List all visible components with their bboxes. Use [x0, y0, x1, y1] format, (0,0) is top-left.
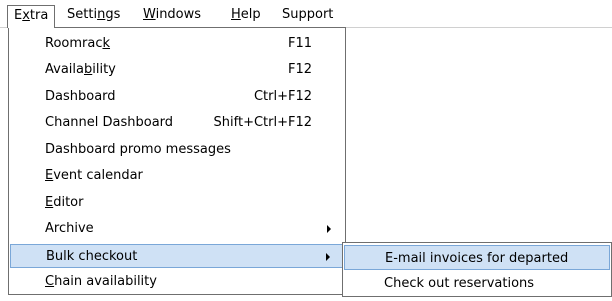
submenu-arrow-icon [327, 225, 331, 233]
menu-support[interactable]: Support [276, 5, 339, 27]
menu-item-label: Dashboard [45, 89, 116, 104]
menu-help[interactable]: Help [225, 5, 267, 27]
menu-item-label: Chain availability [45, 274, 157, 289]
menu-item-bulk-checkout[interactable]: Bulk checkout [10, 244, 344, 268]
menu-item-label: Archive [45, 221, 94, 236]
shortcut-label: Shift+Ctrl+F12 [213, 115, 312, 130]
extra-dropdown-menu: Roomrack F11 Availability F12 Dashboard … [8, 27, 346, 295]
menu-windows[interactable]: Windows [137, 5, 207, 27]
menu-item-label: Event calendar [45, 168, 143, 183]
shortcut-label: Ctrl+F12 [253, 89, 312, 104]
menu-item-check-out-reservations[interactable]: Check out reservations [344, 271, 610, 296]
menu-extra[interactable]: Extra [7, 5, 56, 28]
menu-item-chain-availability[interactable]: Chain availability [10, 270, 344, 294]
menu-item-dashboard[interactable]: Dashboard Ctrl+F12 [10, 85, 344, 109]
menu-item-label: Bulk checkout [46, 249, 138, 264]
menu-item-label: Roomrack [45, 36, 111, 51]
menu-item-label: Editor [45, 195, 84, 210]
menu-settings[interactable]: Settings [61, 5, 126, 27]
menu-bar: Extra Settings Windows Help Support [0, 0, 612, 28]
menu-item-label: Dashboard promo messages [45, 142, 231, 157]
menu-item-channel-dashboard[interactable]: Channel Dashboard Shift+Ctrl+F12 [10, 111, 344, 135]
menu-item-roomrack[interactable]: Roomrack F11 [10, 32, 344, 56]
menu-item-archive[interactable]: Archive [10, 217, 344, 241]
submenu-arrow-icon [326, 253, 330, 261]
menu-item-email-invoices-for-departed[interactable]: E-mail invoices for departed [344, 245, 610, 270]
menu-item-label: Channel Dashboard [45, 115, 174, 130]
menu-item-label: Check out reservations [384, 276, 535, 291]
menu-item-availability[interactable]: Availability F12 [10, 58, 344, 82]
menu-item-event-calendar[interactable]: Event calendar [10, 164, 344, 188]
shortcut-label: F12 [287, 62, 312, 77]
menu-item-label: Availability [45, 62, 116, 77]
menu-item-editor[interactable]: Editor [10, 191, 344, 215]
menu-item-dashboard-promo-messages[interactable]: Dashboard promo messages [10, 138, 344, 162]
bulk-checkout-submenu: E-mail invoices for departed Check out r… [342, 242, 612, 297]
shortcut-label: F11 [287, 36, 312, 51]
menu-item-label: E-mail invoices for departed [385, 251, 569, 266]
